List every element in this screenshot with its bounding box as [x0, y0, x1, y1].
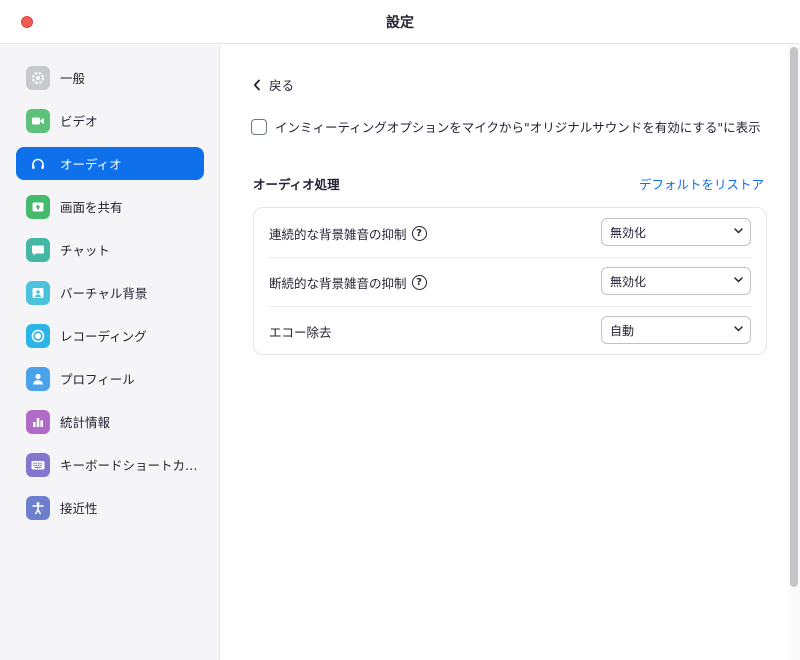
scroll-thumb[interactable] [790, 47, 798, 587]
chevron-left-icon [253, 79, 260, 90]
sidebar-item-chat[interactable]: チャット [16, 233, 204, 266]
back-button[interactable]: 戻る [253, 75, 294, 94]
sidebar-item-recording[interactable]: レコーディング [16, 319, 204, 352]
setting-row-echo-cancellation: エコー除去 自動 [254, 306, 766, 355]
setting-label: エコー除去 [269, 325, 332, 340]
record-icon [26, 323, 50, 348]
selected-value: 無効化 [610, 225, 647, 240]
sidebar-item-label: 画面を共有 [60, 200, 123, 215]
setting-row-persistent-noise: 連続的な背景雑音の抑制 ? 無効化 [254, 208, 766, 257]
sidebar-item-share-screen[interactable]: 画面を共有 [16, 190, 204, 223]
setting-row-intermittent-noise: 断続的な背景雑音の抑制 ? 無効化 [254, 257, 766, 306]
sidebar-item-label: 一般 [60, 71, 86, 86]
sidebar-item-label: キーボードショートカ… [60, 458, 198, 473]
title-bar: 設定 [0, 0, 800, 44]
sidebar-item-label: 接近性 [60, 501, 98, 516]
sidebar-item-video[interactable]: ビデオ [16, 104, 204, 137]
intermittent-noise-select[interactable]: 無効化 [601, 267, 751, 295]
headphones-icon [26, 152, 50, 176]
scrollbar[interactable] [788, 45, 800, 660]
gear-icon [26, 65, 50, 90]
share-screen-icon [26, 194, 50, 219]
virtual-background-icon [26, 280, 50, 305]
user-icon [26, 366, 50, 391]
audio-settings-panel: 戻る インミィーティングオプションをマイクから"オリジナルサウンドを有効にする"… [221, 45, 788, 660]
help-icon[interactable]: ? [411, 226, 427, 241]
persistent-noise-select[interactable]: 無効化 [601, 218, 751, 246]
echo-cancellation-select[interactable]: 自動 [601, 316, 751, 344]
sidebar-item-label: チャット [60, 243, 110, 258]
sidebar-item-audio[interactable]: オーディオ [16, 147, 204, 180]
selected-value: 自動 [610, 323, 635, 338]
sidebar-item-label: レコーディング [60, 329, 147, 344]
setting-label: 断続的な背景雑音の抑制 [269, 276, 407, 291]
original-sound-label: インミィーティングオプションをマイクから"オリジナルサウンドを有効にする"に表示 [275, 120, 761, 135]
window-title: 設定 [386, 15, 414, 31]
sidebar-item-general[interactable]: 一般 [16, 61, 204, 94]
sidebar-item-profile[interactable]: プロフィール [16, 362, 204, 395]
sidebar-item-label: プロフィール [60, 372, 135, 387]
selected-value: 無効化 [610, 274, 647, 289]
sidebar-item-statistics[interactable]: 統計情報 [16, 405, 204, 438]
accessibility-icon [26, 495, 50, 520]
audio-processing-settings: 連続的な背景雑音の抑制 ? 無効化 断続的な背景雑音の抑制 ? 無効化 エコー除… [253, 207, 767, 355]
sidebar-item-virtual-background[interactable]: バーチャル背景 [16, 276, 204, 309]
chevron-down-icon [734, 228, 743, 234]
back-label: 戻る [269, 78, 295, 93]
sidebar-item-label: オーディオ [60, 157, 122, 172]
sidebar-item-label: バーチャル背景 [60, 286, 148, 301]
section-title: オーディオ処理 [253, 177, 340, 192]
original-sound-option[interactable]: インミィーティングオプションをマイクから"オリジナルサウンドを有効にする"に表示 [251, 117, 761, 136]
setting-label: 連続的な背景雑音の抑制 [269, 227, 407, 242]
original-sound-checkbox[interactable] [251, 118, 267, 135]
sidebar-item-accessibility[interactable]: 接近性 [16, 491, 204, 524]
bar-chart-icon [26, 409, 50, 434]
help-icon[interactable]: ? [411, 275, 427, 290]
sidebar-item-label: 統計情報 [60, 415, 111, 430]
keyboard-icon [26, 452, 50, 477]
video-camera-icon [26, 108, 50, 133]
sidebar: 一般 ビデオ オーディオ 画面を共有 チャット バーチャル背景 レコーディング … [0, 45, 220, 660]
chevron-down-icon [734, 326, 743, 332]
sidebar-item-label: ビデオ [60, 114, 98, 129]
chat-bubble-icon [26, 237, 50, 262]
sidebar-item-keyboard-shortcuts[interactable]: キーボードショートカ… [16, 448, 204, 481]
restore-defaults-link[interactable]: デフォルトをリストア [639, 174, 764, 193]
chevron-down-icon [734, 277, 743, 283]
